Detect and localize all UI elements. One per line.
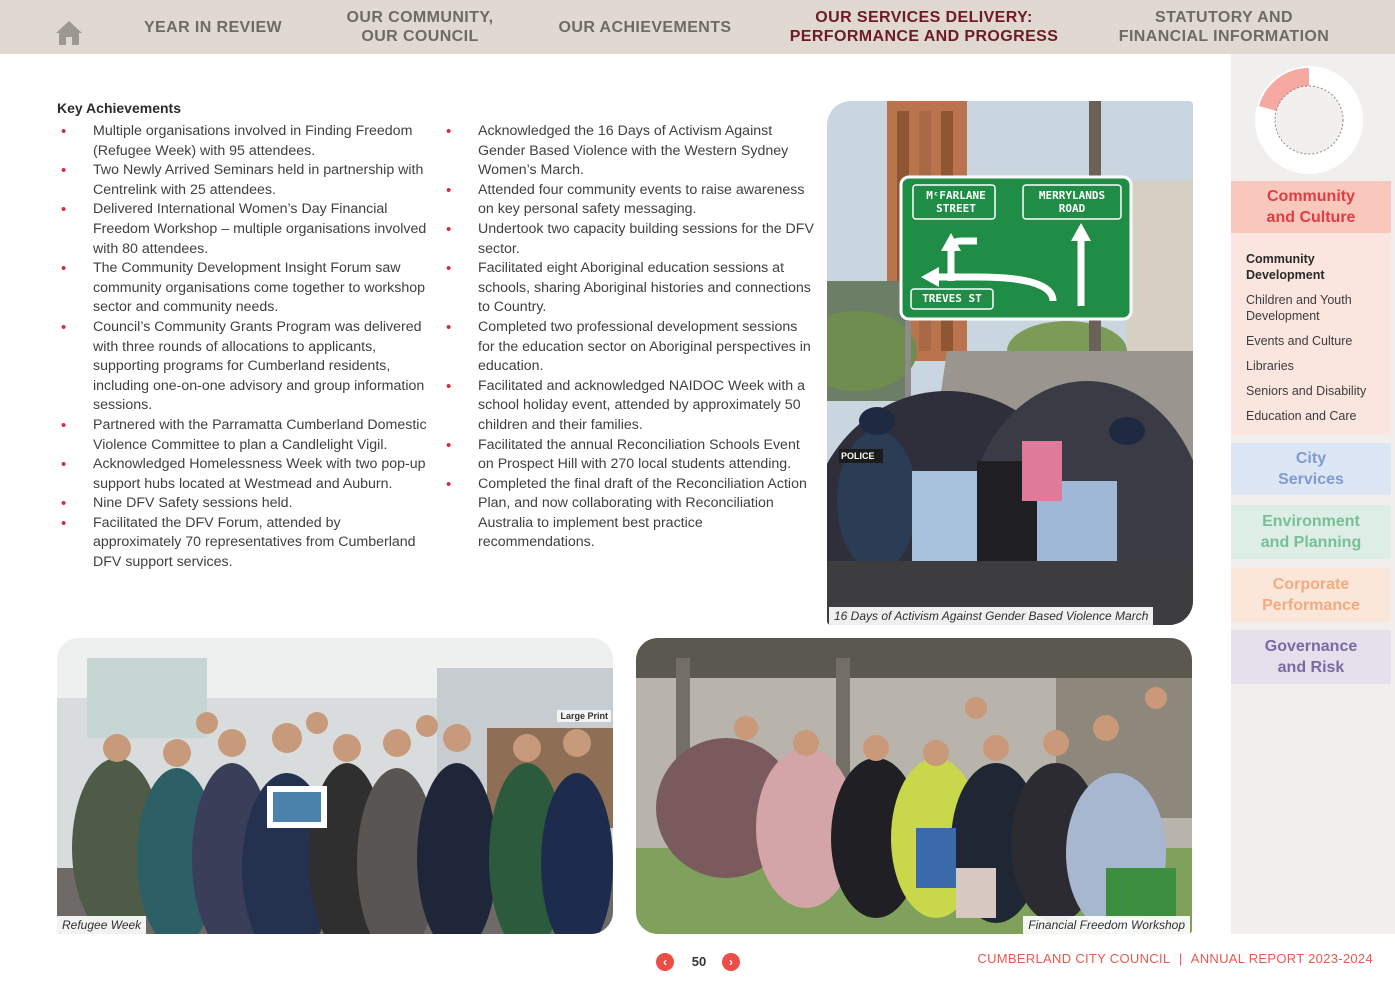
list-item: Facilitated the DFV Forum, attended by a…: [57, 514, 429, 573]
sidebar-item-education-care[interactable]: Education and Care: [1246, 409, 1391, 425]
list-item: Council’s Community Grants Program was d…: [57, 318, 429, 416]
list-item: Facilitated the annual Reconciliation Sc…: [442, 436, 814, 475]
chevron-right-icon[interactable]: ›: [722, 953, 740, 971]
progress-donut-icon: [1255, 66, 1363, 174]
list-item: Completed two professional development s…: [442, 318, 814, 377]
chevron-left-icon[interactable]: ‹: [656, 953, 674, 971]
list-item: Two Newly Arrived Seminars held in partn…: [57, 161, 429, 200]
financial-freedom-photo: Financial Freedom Workshop: [636, 638, 1192, 934]
list-item: The Community Development Insight Forum …: [57, 259, 429, 318]
refugee-week-photo: Large Print Refugee Week: [57, 638, 613, 934]
footer-org-name: CUMBERLAND CITY COUNCIL: [977, 951, 1170, 966]
home-icon[interactable]: [55, 20, 83, 46]
nav-statutory-financial[interactable]: STATUTORY AND FINANCIAL INFORMATION: [1095, 0, 1353, 54]
sign-text-right-top: MERRYLANDS: [1038, 189, 1106, 202]
march-caption: 16 Days of Activism Against Gender Based…: [829, 607, 1154, 625]
march-photo-illustration: [827, 101, 1193, 625]
financial-freedom-caption: Financial Freedom Workshop: [1023, 916, 1190, 934]
list-item: Nine DFV Safety sessions held.: [57, 494, 429, 514]
nav-our-community-our-council[interactable]: OUR COMMUNITY, OUR COUNCIL: [320, 0, 520, 54]
sidebar-item-children-youth[interactable]: Children and Youth Development: [1246, 293, 1391, 324]
category-community-and-culture[interactable]: Community and Culture: [1231, 181, 1391, 233]
refugee-week-caption: Refugee Week: [57, 916, 147, 934]
page-number: 50: [691, 954, 707, 969]
achievements-list-column-2: Acknowledged the 16 Days of Activism Aga…: [442, 122, 814, 553]
nav-our-achievements[interactable]: OUR ACHIEVEMENTS: [545, 0, 745, 54]
footer-title: CUMBERLAND CITY COUNCIL | ANNUAL REPORT …: [977, 951, 1373, 966]
list-item: Undertook two capacity building sessions…: [442, 220, 814, 259]
achievements-list-column-1: Multiple organisations involved in Findi…: [57, 122, 429, 573]
list-item: Facilitated eight Aboriginal education s…: [442, 259, 814, 318]
police-label: POLICE: [841, 451, 875, 461]
sign-text-bottom: TREVES ST: [922, 292, 982, 305]
category-city-services[interactable]: City Services: [1231, 443, 1391, 495]
sign-text-right: MERRYLANDS ROAD: [1023, 189, 1121, 215]
refugee-week-illustration: [57, 638, 613, 934]
top-navigation: YEAR IN REVIEW OUR COMMUNITY, OUR COUNCI…: [0, 0, 1395, 54]
list-item: Partnered with the Parramatta Cumberland…: [57, 416, 429, 455]
category-corporate-performance[interactable]: Corporate Performance: [1231, 568, 1391, 622]
shelf-label: Large Print: [557, 710, 611, 722]
list-item: Acknowledged Homelessness Week with two …: [57, 455, 429, 494]
category-governance-risk[interactable]: Governance and Risk: [1231, 630, 1391, 684]
sidebar-item-seniors-disability[interactable]: Seniors and Disability: [1246, 384, 1391, 400]
category-environment-planning[interactable]: Environment and Planning: [1231, 505, 1391, 559]
sign-text-left-top: MᶜFARLANE: [926, 189, 986, 202]
list-item: Multiple organisations involved in Findi…: [57, 122, 429, 161]
financial-freedom-illustration: [636, 638, 1192, 934]
sidebar-item-libraries[interactable]: Libraries: [1246, 359, 1391, 375]
nav-our-services-delivery[interactable]: OUR SERVICES DELIVERY: PERFORMANCE AND P…: [770, 0, 1078, 54]
list-item: Completed the final draft of the Reconci…: [442, 475, 814, 553]
list-item: Facilitated and acknowledged NAIDOC Week…: [442, 377, 814, 436]
march-photo: MᶜFARLANE STREET MERRYLANDS ROAD TREVES …: [827, 101, 1193, 625]
nav-year-in-review[interactable]: YEAR IN REVIEW: [130, 0, 296, 54]
sign-text-left-bottom: STREET: [936, 202, 976, 215]
list-item: Delivered International Women’s Day Fina…: [57, 200, 429, 259]
list-item: Acknowledged the 16 Days of Activism Aga…: [442, 122, 814, 181]
footer-report-name: ANNUAL REPORT 2023-2024: [1190, 951, 1373, 966]
sidebar-item-events-culture[interactable]: Events and Culture: [1246, 334, 1391, 350]
sign-text-left: MᶜFARLANE STREET: [915, 189, 997, 215]
list-item: Attended four community events to raise …: [442, 181, 814, 220]
sign-text-right-bottom: ROAD: [1058, 202, 1086, 215]
footer-separator: |: [1178, 951, 1183, 966]
sidebar-item-community-development[interactable]: Community Development: [1246, 252, 1391, 283]
section-heading: Key Achievements: [57, 100, 181, 116]
